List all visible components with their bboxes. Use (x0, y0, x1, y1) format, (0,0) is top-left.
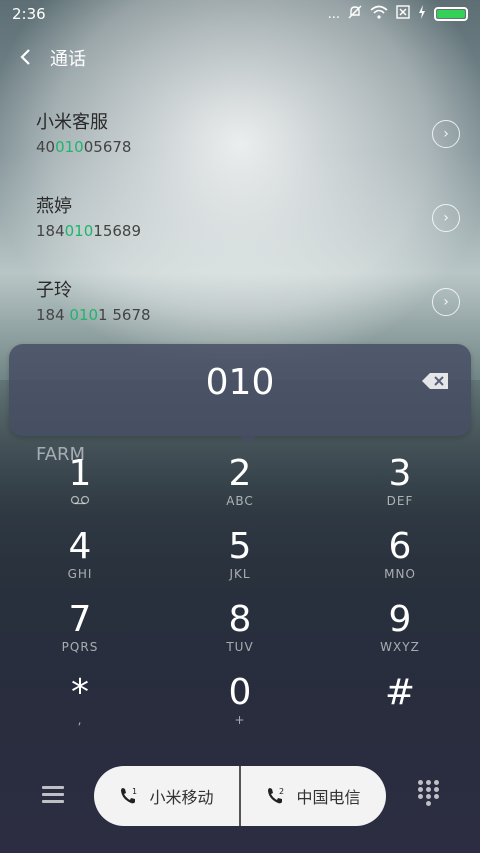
key-star[interactable]: * , (20, 673, 140, 743)
key-2[interactable]: 2 ABC (180, 454, 300, 524)
status-dots: ... (327, 6, 340, 22)
key-8[interactable]: 8 TUV (180, 600, 300, 670)
dial-display: 010 (9, 344, 471, 444)
status-bar: 2:36 ... (0, 0, 480, 28)
dial-pointer (240, 436, 256, 444)
chevron-left-icon (20, 49, 30, 65)
key-6[interactable]: 6 MNO (340, 527, 460, 597)
header: 通话 (0, 36, 480, 80)
no-sim-icon (396, 5, 410, 23)
battery-icon (434, 7, 468, 21)
contact-item[interactable]: 子玲 184 0101 5678 › (0, 266, 480, 350)
menu-icon[interactable] (42, 782, 64, 807)
key-4[interactable]: 4 GHI (20, 527, 140, 597)
chevron-right-icon: › (443, 126, 449, 142)
call-sim2-button[interactable]: 2 中国电信 (241, 766, 386, 826)
voicemail-icon (20, 494, 140, 508)
phone-sim1-icon: 1 (121, 787, 138, 804)
contact-name: 子玲 (36, 280, 72, 301)
contact-detail-button[interactable]: › (432, 120, 460, 148)
key-1[interactable]: 1 (20, 454, 140, 524)
contact-item[interactable]: 燕婷 18401015689 › (0, 182, 480, 266)
contact-name: 小米客服 (36, 112, 108, 133)
contact-detail-button[interactable]: › (432, 288, 460, 316)
status-time: 2:36 (12, 5, 46, 23)
sim1-label: 小米移动 (149, 788, 214, 807)
key-3[interactable]: 3 DEF (340, 454, 460, 524)
svg-text:1: 1 (132, 787, 137, 796)
backspace-button[interactable] (421, 372, 449, 390)
contact-number: 184 0101 5678 (36, 306, 151, 324)
sim2-label: 中国电信 (296, 788, 361, 807)
bottom-bar: 1 小米移动 2 中国电信 (0, 766, 480, 826)
svg-text:2: 2 (279, 787, 284, 796)
mute-icon (348, 5, 362, 23)
page-title: 通话 (50, 49, 86, 70)
contact-name: 燕婷 (36, 196, 72, 217)
dialpad-toggle-icon[interactable] (418, 780, 440, 806)
keypad: 1 2 ABC 3 DEF 4 GHI 5 JKL 6 MNO 7 PQRS 8… (0, 448, 480, 748)
key-hash[interactable]: # (340, 673, 460, 743)
phone-sim2-icon: 2 (268, 787, 285, 804)
key-5[interactable]: 5 JKL (180, 527, 300, 597)
contact-item[interactable]: 小米客服 4001005678 › (0, 98, 480, 182)
wifi-icon (370, 5, 388, 23)
contact-number: 18401015689 (36, 222, 141, 240)
key-0[interactable]: 0 + (180, 673, 300, 743)
charging-icon (418, 5, 426, 23)
call-sim1-button[interactable]: 1 小米移动 (94, 766, 239, 826)
chevron-right-icon: › (443, 210, 449, 226)
contact-detail-button[interactable]: › (432, 204, 460, 232)
key-9[interactable]: 9 WXYZ (340, 600, 460, 670)
contact-number: 4001005678 (36, 138, 132, 156)
backspace-icon (422, 373, 448, 389)
chevron-right-icon: › (443, 294, 449, 310)
key-7[interactable]: 7 PQRS (20, 600, 140, 670)
sim-call-pill: 1 小米移动 2 中国电信 (94, 766, 386, 826)
back-button[interactable] (0, 44, 50, 72)
dialed-number: 010 (205, 362, 275, 403)
